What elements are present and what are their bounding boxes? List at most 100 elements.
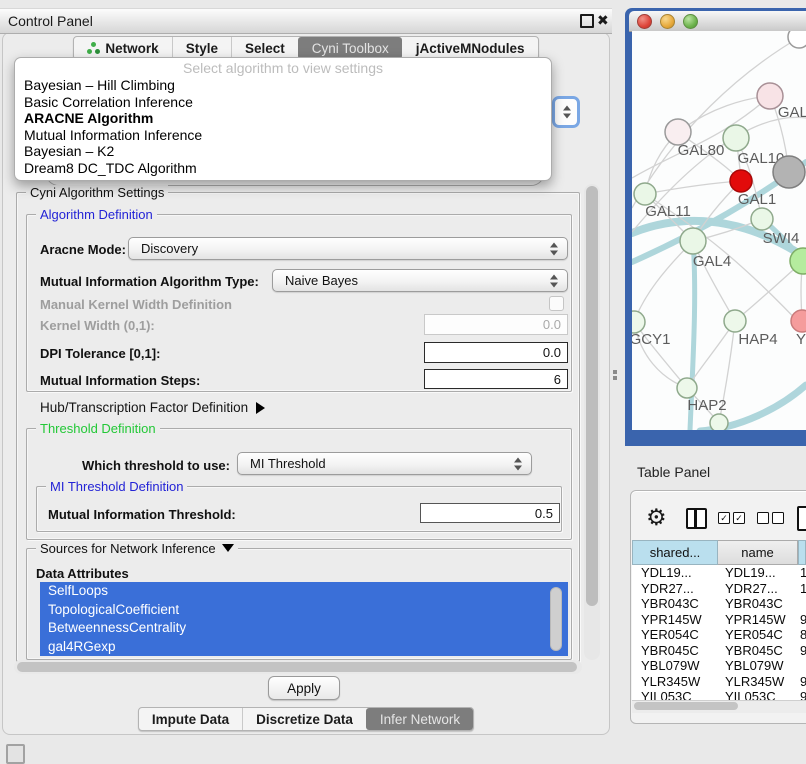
table-body: YDL19...YDL19...13YDR27...YDR27...12YBR0…: [632, 565, 806, 702]
network-window-titlebar[interactable]: [629, 11, 806, 32]
node-label-swi4: SWI4: [763, 230, 800, 247]
bottom-tab-discretize-data[interactable]: Discretize Data: [242, 708, 366, 730]
network-node-hap2[interactable]: [677, 378, 697, 398]
network-node-y[interactable]: [791, 310, 806, 332]
mi-threshold-field[interactable]: 0.5: [420, 503, 560, 523]
node-label-gal11: GAL11: [645, 203, 691, 220]
float-window-icon[interactable]: [580, 14, 594, 28]
attribute-item-selfloops[interactable]: SelfLoops: [40, 582, 568, 601]
table-cell: 12: [798, 581, 806, 596]
which-threshold-combo[interactable]: MI Threshold: [237, 452, 532, 475]
aracne-mode-value: Discovery: [141, 241, 198, 256]
table-cell: YBR043C: [632, 596, 718, 611]
zoom-traffic-light-icon[interactable]: [683, 14, 698, 29]
algorithm-option-basic-correlation-inference[interactable]: Basic Correlation Inference: [15, 94, 551, 111]
node-label-gal4: GAL4: [693, 253, 731, 270]
tab-cyni-toolbox[interactable]: Cyni Toolbox: [298, 37, 402, 59]
table-row[interactable]: YLR345WYLR345W9.: [632, 674, 806, 690]
data-attributes-list[interactable]: SelfLoopsTopologicalCoefficientBetweenne…: [40, 582, 568, 656]
table-row[interactable]: YDL19...YDL19...13: [632, 565, 806, 581]
table-row[interactable]: YBL079WYBL079W: [632, 658, 806, 674]
attribute-item-gal4rgexp[interactable]: gal4RGexp: [40, 638, 568, 657]
table-row[interactable]: YBR043CYBR043C: [632, 596, 806, 612]
table-row[interactable]: YDR27...YDR27...12: [632, 581, 806, 597]
network-node-gal4[interactable]: [680, 228, 706, 254]
hub-definition-expander[interactable]: Hub/Transcription Factor Definition: [40, 400, 265, 415]
algorithm-option-aracne-algorithm[interactable]: ARACNE Algorithm: [15, 110, 551, 127]
mi-type-combo[interactable]: Naive Bayes: [272, 269, 568, 292]
algorithm-option-mutual-information-inference[interactable]: Mutual Information Inference: [15, 127, 551, 144]
kernel-width-field[interactable]: 0.0: [424, 314, 568, 335]
table-cell: 9.: [798, 674, 806, 689]
tab-network[interactable]: Network: [74, 37, 171, 59]
attribute-list-scrollbar[interactable]: [550, 587, 562, 651]
table-row[interactable]: YPR145WYPR145W9.: [632, 612, 806, 628]
export-table-icon[interactable]: [797, 506, 806, 531]
column-header-name[interactable]: name: [718, 540, 798, 565]
network-node[interactable]: [773, 156, 805, 188]
attribute-item-topologicalcoefficient[interactable]: TopologicalCoefficient: [40, 601, 568, 620]
manual-kernel-checkbox[interactable]: [549, 296, 564, 311]
aracne-mode-combo[interactable]: Discovery: [128, 237, 568, 260]
combo-stepper-icon: [550, 242, 559, 255]
control-panel-title: Control Panel: [8, 13, 93, 29]
network-node-gcy1[interactable]: [632, 311, 645, 333]
table-cell: 8.: [798, 627, 806, 642]
algorithm-definition-title: Algorithm Definition: [36, 207, 157, 222]
focused-combo-end[interactable]: [552, 96, 580, 128]
tab-select-label: Select: [245, 41, 285, 56]
network-node[interactable]: [788, 31, 806, 48]
bottom-tab-infer-network[interactable]: Infer Network: [366, 708, 473, 730]
select-all-columns-icon[interactable]: ✓✓: [718, 512, 745, 524]
deselect-all-columns-icon[interactable]: [757, 512, 784, 524]
network-canvas[interactable]: GAL7GAL80GAL10GAL1GAL11SWI4GAL4HAP4YGCY1…: [632, 31, 806, 430]
bottom-tab-impute-data[interactable]: Impute Data: [139, 708, 242, 730]
close-icon[interactable]: ✖: [597, 11, 609, 29]
table-row[interactable]: YER054CYER054C8.: [632, 627, 806, 643]
settings-horizontal-scrollbar-thumb[interactable]: [17, 662, 577, 672]
settings-vertical-scrollbar-thumb[interactable]: [586, 186, 598, 606]
algorithm-option-bayesian-k2[interactable]: Bayesian – K2: [15, 143, 551, 160]
tab-select[interactable]: Select: [231, 37, 298, 59]
mi-type-label: Mutual Information Algorithm Type:: [40, 274, 259, 289]
table-row[interactable]: YBR045CYBR045C9.: [632, 643, 806, 659]
dpi-tolerance-label: DPI Tolerance [0,1]:: [40, 346, 160, 361]
tab-style[interactable]: Style: [172, 37, 231, 59]
sources-title[interactable]: Sources for Network Inference: [36, 541, 238, 556]
attribute-item-betweennesscentrality[interactable]: BetweennessCentrality: [40, 619, 568, 638]
minimize-traffic-light-icon[interactable]: [660, 14, 675, 29]
network-node-gal1[interactable]: [730, 170, 752, 192]
network-node[interactable]: [710, 414, 728, 430]
node-label-gal1: GAL1: [738, 191, 776, 208]
algorithm-dropdown-popup: Select algorithm to view settings Bayesi…: [14, 57, 552, 181]
panel-splitter-grip[interactable]: [613, 370, 617, 374]
column-header-shared[interactable]: shared...: [632, 540, 718, 565]
node-label-gal7: GAL7: [778, 104, 806, 121]
table-cell: YLR345W: [632, 674, 718, 689]
threshold-definition-title: Threshold Definition: [36, 421, 160, 436]
dpi-tolerance-field[interactable]: 0.0: [424, 342, 568, 363]
algorithm-option-dream8-dc-tdc-algorithm[interactable]: Dream8 DC_TDC Algorithm: [15, 160, 551, 177]
node-label-gcy1: GCY1: [632, 331, 670, 348]
gear-icon[interactable]: ⚙: [646, 504, 667, 530]
table-cell: YER054C: [718, 627, 798, 642]
network-icon: [87, 42, 100, 55]
mi-steps-field[interactable]: 6: [424, 369, 568, 389]
table-horizontal-scrollbar-thumb[interactable]: [634, 702, 738, 710]
node-label-gal80: GAL80: [678, 142, 725, 159]
network-node-hap4[interactable]: [724, 310, 746, 332]
table-cell: 9.: [798, 612, 806, 627]
tab-jactivemnodules[interactable]: jActiveMNodules: [402, 37, 538, 59]
close-traffic-light-icon[interactable]: [637, 14, 652, 29]
minimized-panel-icon[interactable]: [6, 744, 25, 764]
bottom-tabbar: Impute DataDiscretize DataInfer Network: [0, 707, 612, 731]
network-node-swi4[interactable]: [751, 208, 773, 230]
hub-definition-label: Hub/Transcription Factor Definition: [40, 400, 248, 415]
column-header-3[interactable]: [798, 540, 806, 565]
network-node-gal10[interactable]: [723, 125, 749, 151]
algorithm-option-bayesian-hill-climbing[interactable]: Bayesian – Hill Climbing: [15, 77, 551, 94]
table-cell: 9.: [798, 643, 806, 658]
apply-button[interactable]: Apply: [268, 676, 340, 700]
column-browser-icon[interactable]: [686, 508, 707, 529]
network-node-gal11[interactable]: [634, 183, 656, 205]
